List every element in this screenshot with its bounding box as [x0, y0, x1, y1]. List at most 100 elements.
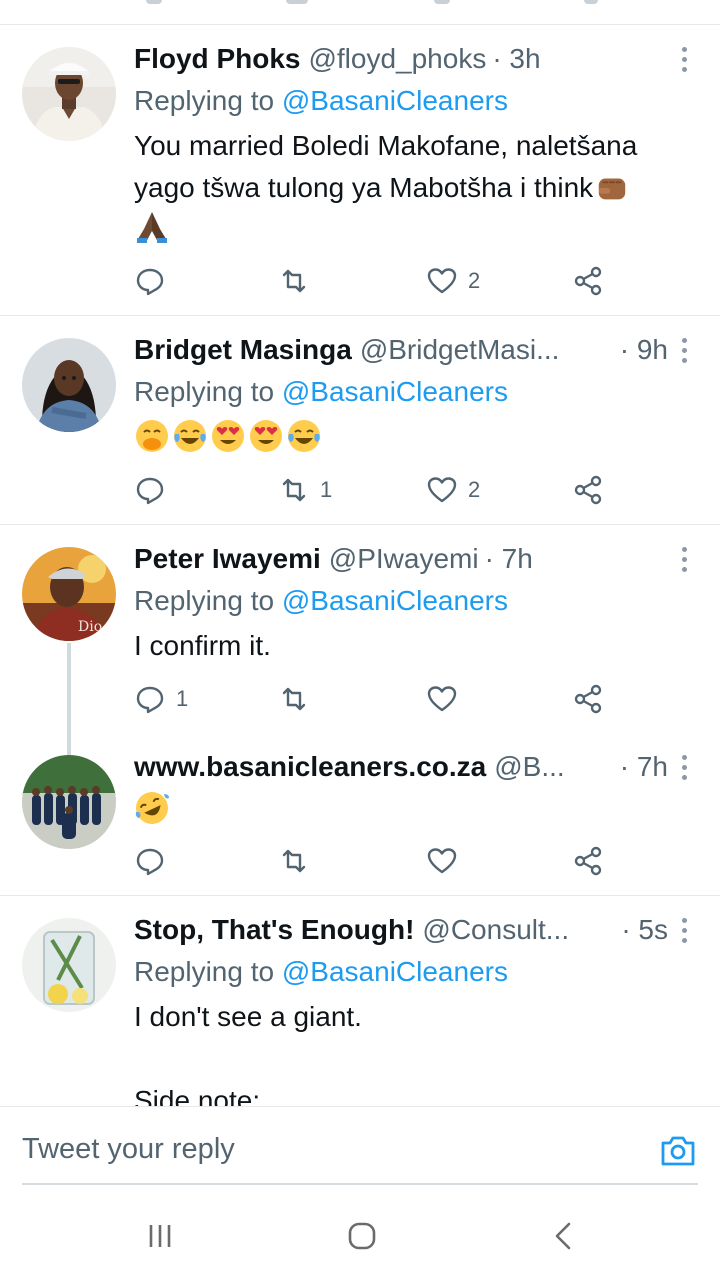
- tweet-actions: 2: [134, 261, 614, 301]
- reply-icon: [136, 477, 164, 505]
- reply-icon: [136, 268, 164, 296]
- retweet-icon: [282, 687, 306, 711]
- tweet-text: I don't see a giant. Side note:: [134, 996, 704, 1106]
- previous-reply-icon: [146, 0, 162, 4]
- share-icon: [574, 684, 602, 714]
- share-icon: [574, 475, 602, 505]
- replying-to: Replying to @BasaniCleaners: [134, 81, 508, 121]
- replying-prefix: Replying to: [134, 376, 275, 407]
- replying-prefix: Replying to: [134, 85, 275, 116]
- retweet-button[interactable]: [278, 261, 320, 301]
- previous-share-icon: [584, 0, 598, 4]
- tweet-text: I confirm it.: [134, 630, 271, 661]
- thread-line: [67, 643, 71, 771]
- replying-to: Replying to @BasaniCleaners: [134, 952, 508, 992]
- user-handle[interactable]: @floyd_phoks: [308, 39, 486, 79]
- user-handle[interactable]: @Consult...: [422, 910, 569, 950]
- more-options-icon[interactable]: [672, 330, 696, 370]
- tweet-text-line: yago tšwa tulong ya Mabotšha i think: [134, 172, 594, 203]
- tweet-floyd-phoks[interactable]: Floyd Phoks @floyd_phoks · 3h Replying t…: [0, 25, 720, 316]
- replying-handle-link[interactable]: @BasaniCleaners: [282, 956, 508, 987]
- avatar[interactable]: Dio: [22, 547, 116, 641]
- replying-to: Replying to @BasaniCleaners: [134, 372, 508, 412]
- heart-icon: [427, 848, 457, 874]
- replying-prefix: Replying to: [134, 585, 275, 616]
- avatar[interactable]: [22, 47, 116, 141]
- home-button[interactable]: [342, 1216, 382, 1256]
- tweet-text-line: You married Boledi Makofane, naletšana: [134, 130, 638, 161]
- share-button[interactable]: [572, 841, 604, 881]
- praying-hands-emoji: [137, 212, 167, 243]
- hand-over-mouth-emoji: [136, 420, 168, 452]
- share-button[interactable]: [572, 470, 604, 510]
- timestamp[interactable]: · 3h: [492, 39, 540, 79]
- tweet-header: Bridget Masinga @BridgetMasi... · 9h: [134, 330, 668, 370]
- replying-to: Replying to @BasaniCleaners: [134, 581, 508, 621]
- timestamp[interactable]: · 9h: [620, 330, 668, 370]
- heart-icon: [427, 477, 457, 503]
- more-options-icon[interactable]: [672, 39, 696, 79]
- tweet-header: Floyd Phoks @floyd_phoks · 3h: [134, 39, 668, 79]
- display-name[interactable]: www.basanicleaners.co.za: [134, 747, 486, 787]
- reply-count: 1: [176, 686, 189, 711]
- tweet-bridget-masinga[interactable]: Bridget Masinga @BridgetMasi... · 9h Rep…: [0, 316, 720, 525]
- tweet-stop-thats-enough[interactable]: Stop, That's Enough! @Consult... · 5s Re…: [0, 896, 720, 1106]
- retweet-button[interactable]: [278, 679, 320, 719]
- replying-prefix: Replying to: [134, 956, 275, 987]
- user-handle[interactable]: @BridgetMasi...: [360, 330, 560, 370]
- tweet-header: Stop, That's Enough! @Consult... · 5s: [134, 910, 668, 950]
- reply-button[interactable]: [134, 470, 176, 510]
- reply-button[interactable]: [134, 261, 176, 301]
- tweet-header: Peter Iwayemi @PIwayemi · 7h: [134, 539, 668, 579]
- replying-handle-link[interactable]: @BasaniCleaners: [282, 585, 508, 616]
- more-options-icon[interactable]: [672, 539, 696, 579]
- retweet-icon: [282, 849, 306, 873]
- display-name[interactable]: Floyd Phoks: [134, 39, 300, 79]
- display-name[interactable]: Stop, That's Enough!: [134, 910, 414, 950]
- heart-eyes-emoji: [250, 420, 282, 452]
- user-handle[interactable]: @B...: [494, 747, 564, 787]
- recent-apps-icon: [149, 1225, 171, 1247]
- reply-input[interactable]: Tweet your reply: [22, 1129, 235, 1169]
- like-button[interactable]: 2: [426, 261, 480, 301]
- replying-handle-link[interactable]: @BasaniCleaners: [282, 376, 508, 407]
- camera-icon[interactable]: [658, 1131, 698, 1171]
- rolling-laughing-emoji: [135, 792, 169, 824]
- avatar[interactable]: [22, 755, 116, 849]
- avatar[interactable]: [22, 918, 116, 1012]
- back-button[interactable]: [544, 1216, 584, 1256]
- recent-apps-button[interactable]: [140, 1216, 180, 1256]
- tweet-text: You married Boledi Makofane, naletšana y…: [134, 125, 704, 209]
- share-icon: [574, 846, 602, 876]
- home-icon: [348, 1222, 376, 1250]
- timestamp[interactable]: · 7h: [485, 539, 533, 579]
- tears-of-joy-emoji: [288, 420, 320, 452]
- back-icon: [555, 1222, 571, 1250]
- more-options-icon[interactable]: [672, 747, 696, 787]
- like-button[interactable]: [426, 679, 468, 719]
- like-count: 2: [468, 268, 481, 293]
- like-button[interactable]: 2: [426, 470, 480, 510]
- retweet-button[interactable]: 1: [278, 470, 332, 510]
- retweet-count: 1: [320, 477, 333, 502]
- timestamp[interactable]: · 7h: [620, 747, 668, 787]
- like-button[interactable]: [426, 841, 468, 881]
- reply-input-underline: [22, 1183, 698, 1185]
- replying-handle-link[interactable]: @BasaniCleaners: [282, 85, 508, 116]
- previous-like-icon: [434, 0, 450, 4]
- share-button[interactable]: [572, 261, 604, 301]
- retweet-button[interactable]: [278, 841, 320, 881]
- reply-button[interactable]: 1: [134, 679, 188, 719]
- reply-button[interactable]: [134, 841, 176, 881]
- display-name[interactable]: Bridget Masinga: [134, 330, 352, 370]
- share-button[interactable]: [572, 679, 604, 719]
- more-options-icon[interactable]: [672, 910, 696, 950]
- heart-icon: [427, 268, 457, 294]
- display-name[interactable]: Peter Iwayemi: [134, 539, 321, 579]
- svg-text:Dio: Dio: [78, 619, 102, 635]
- tweet-text-line: I don't see a giant.: [134, 1001, 362, 1032]
- user-handle[interactable]: @PIwayemi: [329, 539, 479, 579]
- timestamp[interactable]: · 5s: [621, 910, 668, 950]
- tweet-peter-iwayemi[interactable]: Dio Peter Iwayemi @PIwayemi · 7h Replyin…: [0, 525, 720, 896]
- avatar[interactable]: [22, 338, 116, 432]
